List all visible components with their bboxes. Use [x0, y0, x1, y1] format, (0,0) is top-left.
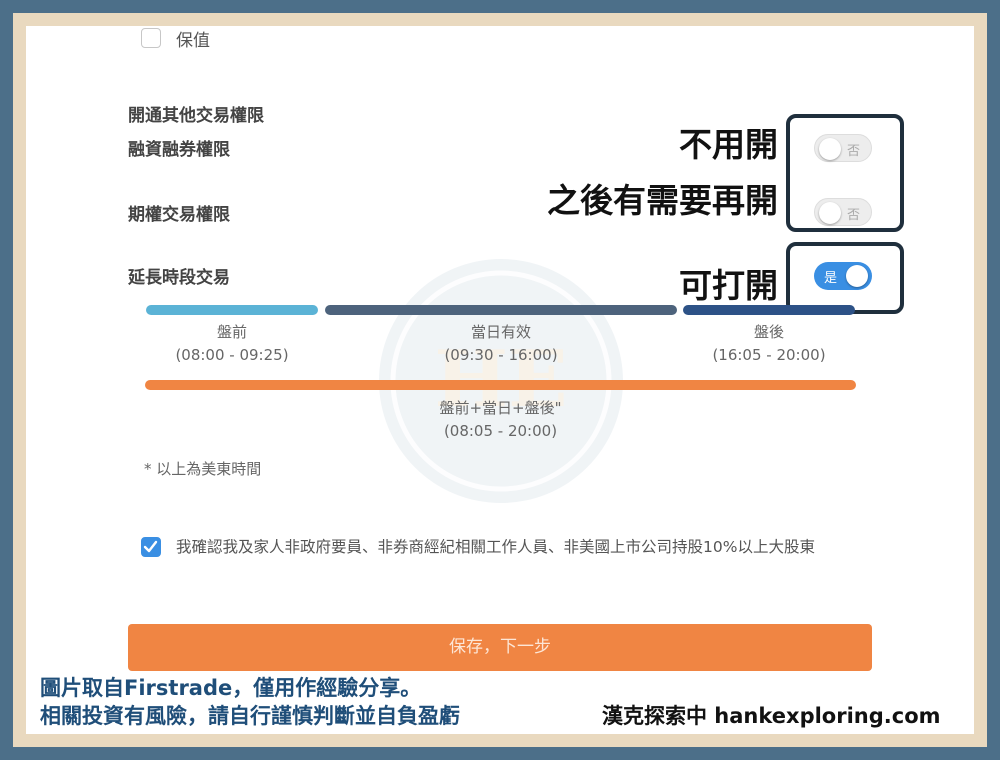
- premarket-name: 盤前: [216, 323, 247, 341]
- callout-box-disabled-toggles: [786, 114, 904, 232]
- combined-session-name: 盤前+當日+盤後": [439, 399, 562, 417]
- callout-can-open: 可打開: [679, 266, 778, 305]
- content-panel: 保值 開通其他交易權限 融資融券權限 期權交易權限 延長時段交易 否 否 是 H…: [26, 26, 974, 734]
- save-next-button[interactable]: 保存，下一步: [128, 624, 872, 671]
- combined-session-bar: [145, 380, 856, 390]
- margin-permission-label: 融資融券權限: [128, 140, 230, 160]
- callout-later: 之後有需要再開: [547, 181, 778, 220]
- preserve-value-label: 保值: [176, 31, 210, 51]
- afterhours-time: (16:05 - 20:00): [712, 346, 826, 364]
- premarket-time: (08:00 - 09:25): [175, 346, 289, 364]
- regular-session-name: 當日有效: [470, 323, 531, 341]
- footer-disclaimer-line2: 相關投資有風險，請自行謹慎判斷並自負盈虧: [40, 704, 460, 728]
- preserve-value-checkbox[interactable]: [141, 28, 161, 48]
- combined-session-time: (08:05 - 20:00): [443, 422, 558, 440]
- regular-session-time: (09:30 - 16:00): [444, 346, 558, 364]
- afterhours-name: 盤後: [753, 323, 784, 341]
- premarket-bar: [146, 305, 318, 315]
- regular-session-bar: [325, 305, 677, 315]
- callout-no-need: 不用開: [679, 125, 778, 164]
- confirm-text: 我確認我及家人非政府要員、非券商經紀相關工作人員、非美國上市公司持股10%以上大…: [176, 538, 815, 556]
- callout-box-enabled-toggle: [786, 242, 904, 314]
- timezone-note: * 以上為美東時間: [144, 460, 262, 478]
- options-permission-label: 期權交易權限: [128, 205, 230, 225]
- extended-hours-label: 延長時段交易: [128, 268, 230, 288]
- section-title: 開通其他交易權限: [128, 106, 264, 126]
- footer-brand: 漢克探索中 hankexploring.com: [602, 704, 941, 728]
- confirm-checkbox[interactable]: [141, 537, 161, 557]
- check-icon: [143, 540, 158, 553]
- footer-disclaimer-line1: 圖片取自Firstrade，僅用作經驗分享。: [40, 676, 422, 700]
